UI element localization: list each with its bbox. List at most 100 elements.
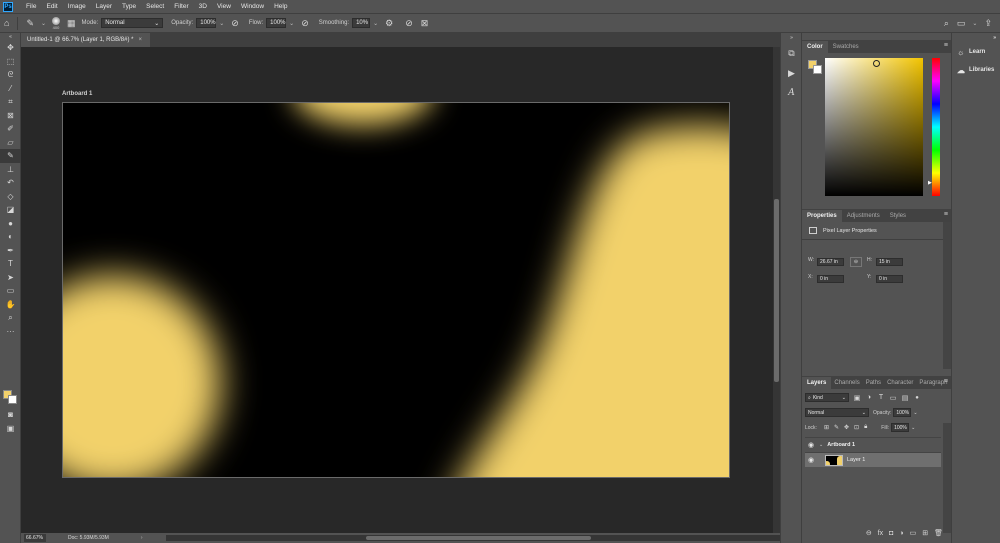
filter-adjustment-icon[interactable]: ◑ [865,394,873,402]
panel-menu-icon[interactable]: ≡ [944,378,948,385]
mode-select[interactable]: Normal ⌄ [101,18,164,28]
eraser-tool-icon[interactable]: ◇ [0,190,21,204]
menu-edit[interactable]: Edit [41,3,62,10]
status-info-menu[interactable]: › [141,535,143,541]
zoom-tool-icon[interactable]: ⌕ [0,311,21,325]
history-brush-tool-icon[interactable]: ↶ [0,176,21,190]
flow-input[interactable]: 100% [266,18,287,28]
hue-slider-marker-icon[interactable]: ▶ [928,180,932,186]
close-icon[interactable]: × [138,37,142,43]
pressure-opacity-icon[interactable]: ⊘ [231,18,239,28]
type-tool-icon[interactable]: T [0,257,21,271]
chevron-down-icon[interactable]: ⌄ [913,410,917,416]
menu-3d[interactable]: 3D [194,3,212,10]
lock-artboard-icon[interactable]: ⊡ [854,424,859,431]
height-field[interactable]: 15 in [876,258,903,266]
layer-style-fx-icon[interactable]: fx [878,530,883,537]
menu-help[interactable]: Help [269,3,292,10]
hue-slider[interactable] [932,58,940,196]
pressure-size-icon[interactable]: ⊘ [405,18,413,28]
flow-dropdown[interactable]: ⌄ [289,20,294,27]
filter-toggle-icon[interactable]: ● [913,394,921,402]
menu-layer[interactable]: Layer [91,3,117,10]
menu-view[interactable]: View [212,3,236,10]
vertical-scrollbar[interactable] [773,47,780,533]
lock-transparency-icon[interactable]: ⊞ [824,424,829,431]
actions-panel-icon[interactable]: ▶ [781,63,802,83]
tab-character[interactable]: Character [884,377,916,389]
glyphs-panel-icon[interactable]: A [781,83,802,103]
smoothing-settings-gear-icon[interactable]: ⚙ [385,18,393,28]
workspace-switcher-icon[interactable]: ▭ [957,18,966,28]
healing-brush-tool-icon[interactable]: ▱ [0,136,21,150]
menu-type[interactable]: Type [117,3,141,10]
workspace-dropdown[interactable]: ⌄ [972,20,977,27]
document-tab[interactable]: Untitled-1 @ 66.7% (Layer 1, RGB/8#) * × [21,33,150,47]
dodge-tool-icon[interactable]: ◐ [0,230,21,244]
menu-image[interactable]: Image [63,3,91,10]
strip-collapse-icon[interactable]: » [781,33,802,43]
lock-image-icon[interactable]: ✎ [834,424,839,431]
horizontal-scroll-thumb[interactable] [366,536,591,540]
new-layer-icon[interactable]: ⊞ [922,529,928,537]
opacity-input[interactable]: 100% [196,18,217,28]
layer-kind-filter[interactable]: ⌕ Kind ⌄ [805,393,849,402]
shape-tool-icon[interactable]: ▭ [0,284,21,298]
more-tools-icon[interactable]: ··· [0,325,21,339]
zoom-level-field[interactable]: 66.67% [24,534,46,542]
background-color-swatch[interactable] [8,395,17,404]
menu-filter[interactable]: Filter [169,3,193,10]
add-mask-icon[interactable]: ◘ [889,530,893,537]
blend-mode-select[interactable]: Normal ⌄ [805,408,869,417]
chevron-down-icon[interactable]: ⌄ [819,442,823,448]
color-picker-cursor[interactable] [873,60,880,67]
adjustment-layer-icon[interactable]: ◑ [899,530,903,537]
brush-preset-picker[interactable]: 400 [52,16,61,30]
blur-tool-icon[interactable]: ● [0,217,21,231]
filter-type-icon[interactable]: T [877,394,885,402]
gradient-tool-icon[interactable]: ◪ [0,203,21,217]
new-group-icon[interactable]: ▭ [910,529,917,537]
pen-tool-icon[interactable]: ✒ [0,244,21,258]
tab-layers[interactable]: Layers [802,377,832,389]
tab-channels[interactable]: Channels [831,377,862,389]
opacity-dropdown[interactable]: ⌄ [219,20,224,27]
horizontal-scrollbar[interactable] [166,535,786,541]
menu-file[interactable]: File [21,3,41,10]
marquee-tool-icon[interactable]: ⬚ [0,55,21,69]
layers-scrollbar[interactable] [943,423,951,533]
brush-tool-icon[interactable]: ✎ [26,18,34,28]
width-field[interactable]: 26.67 in [817,258,844,266]
tool-preset-dropdown[interactable]: ⌄ [41,20,46,27]
move-tool-icon[interactable]: ✥ [0,41,21,55]
home-icon[interactable]: ⌂ [4,18,9,28]
dock-libraries[interactable]: ☁ Libraries [952,61,1000,79]
filter-pixel-icon[interactable]: ▣ [853,394,861,402]
tab-styles[interactable]: Styles [885,210,911,222]
menu-select[interactable]: Select [141,3,169,10]
smoothing-dropdown[interactable]: ⌄ [373,20,378,27]
panel-menu-icon[interactable]: ≡ [944,211,948,218]
brush-tool-icon[interactable]: ✎ [0,149,21,163]
share-icon[interactable]: ⇪ [984,18,992,28]
filter-shape-icon[interactable]: ▭ [889,394,897,402]
dock-collapse-icon[interactable]: » [952,33,1000,43]
artboard-canvas[interactable] [62,102,730,478]
tab-properties[interactable]: Properties [802,210,842,222]
tab-swatches[interactable]: Swatches [828,41,864,53]
path-selection-tool-icon[interactable]: ➤ [0,271,21,285]
search-icon[interactable]: ⌕ [944,18,949,28]
frame-tool-icon[interactable]: ⊠ [0,109,21,123]
tools-collapse-icon[interactable]: « [0,33,21,41]
brush-settings-icon[interactable]: ▦ [67,18,76,28]
tab-adjustments[interactable]: Adjustments [842,210,885,222]
quick-selection-tool-icon[interactable]: ⁄ [0,82,21,96]
tab-color[interactable]: Color [802,41,828,53]
eye-icon[interactable]: ◉ [805,441,817,449]
panel-menu-icon[interactable]: ≡ [944,42,948,49]
clone-stamp-tool-icon[interactable]: ⊥ [0,163,21,177]
chevron-down-icon[interactable]: ⌄ [911,425,915,431]
history-panel-icon[interactable]: ⧉ [781,43,802,63]
lock-position-icon[interactable]: ✥ [844,424,849,431]
dock-learn[interactable]: ☼ Learn [952,43,1000,61]
